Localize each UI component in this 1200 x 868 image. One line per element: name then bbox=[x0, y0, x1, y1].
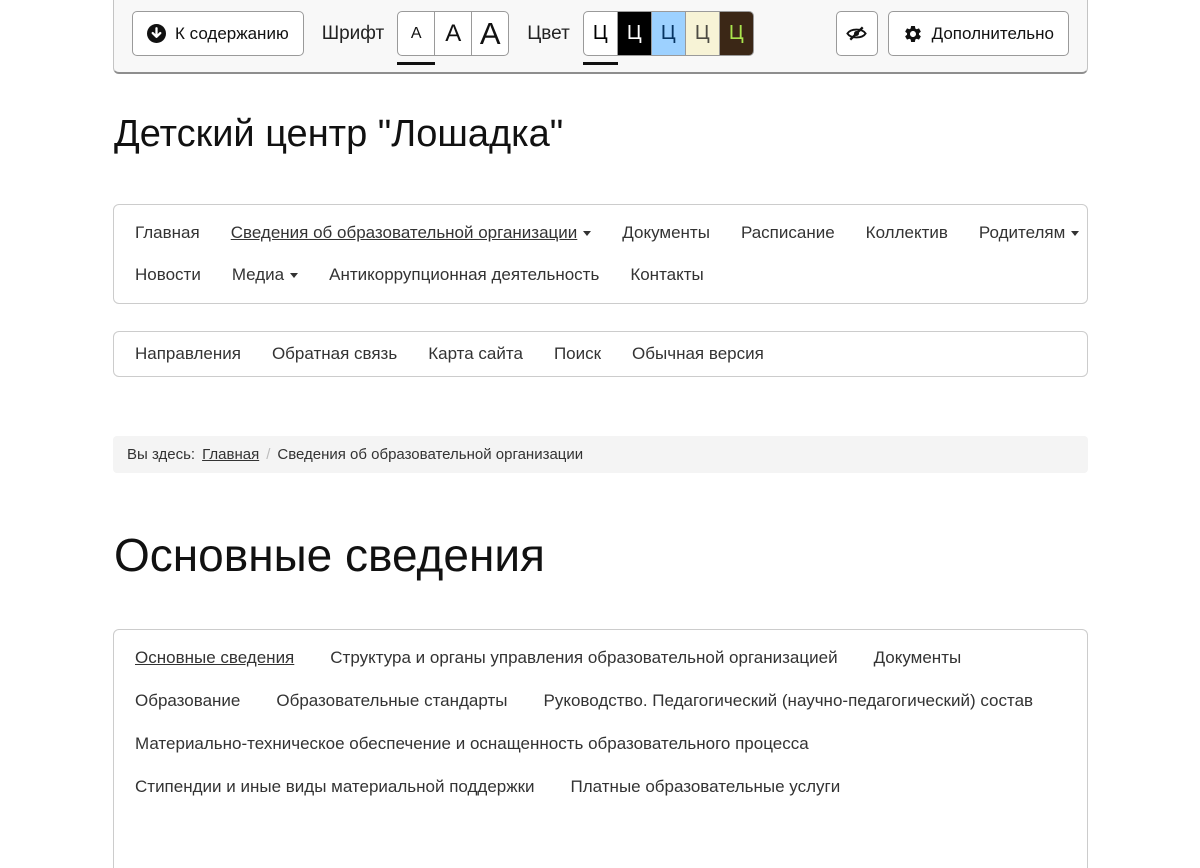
images-toggle-button[interactable] bbox=[836, 11, 878, 56]
secondary-nav-feedback[interactable]: Обратная связь bbox=[272, 344, 397, 364]
eye-slash-icon bbox=[845, 22, 868, 45]
chevron-down-icon bbox=[1071, 231, 1079, 236]
main-nav-staff[interactable]: Коллектив bbox=[866, 223, 948, 243]
color-scheme-brown-button[interactable]: Ц bbox=[719, 11, 754, 56]
tab-standards[interactable]: Образовательные стандарты bbox=[276, 691, 507, 711]
tab-documents[interactable]: Документы bbox=[874, 648, 962, 668]
arrow-circle-down-icon bbox=[147, 24, 166, 43]
breadcrumb-current: Сведения об образовательной организации bbox=[277, 446, 583, 463]
breadcrumb-separator: / bbox=[266, 446, 270, 463]
main-nav-documents[interactable]: Документы bbox=[622, 223, 710, 243]
accessibility-toolbar: К содержанию Шрифт A A A Цвет Ц Ц Ц Ц Ц bbox=[113, 0, 1088, 74]
section-tabs-row-1: Основные сведения Структура и органы упр… bbox=[135, 636, 1066, 679]
font-size-label: Шрифт bbox=[322, 23, 385, 45]
main-nav: Главная Сведения об образовательной орга… bbox=[113, 204, 1088, 304]
to-content-label: К содержанию bbox=[175, 24, 289, 44]
tab-structure[interactable]: Структура и органы управления образовате… bbox=[330, 648, 837, 668]
secondary-nav-search[interactable]: Поиск bbox=[554, 344, 601, 364]
section-tabs-row-4: Стипендии и иные виды материальной подде… bbox=[135, 765, 1066, 808]
main-nav-news[interactable]: Новости bbox=[135, 265, 201, 285]
tab-leadership[interactable]: Руководство. Педагогический (научно-педа… bbox=[543, 691, 1033, 711]
breadcrumb-prefix: Вы здесь: bbox=[127, 446, 195, 463]
secondary-nav-row: Направления Обратная связь Карта сайта П… bbox=[135, 333, 1066, 375]
tab-facilities[interactable]: Материально-техническое обеспечение и ос… bbox=[135, 734, 809, 754]
font-size-group: A A A bbox=[397, 11, 509, 56]
main-nav-contacts[interactable]: Контакты bbox=[630, 265, 703, 285]
main-nav-row-1: Главная Сведения об образовательной орга… bbox=[135, 212, 1066, 254]
breadcrumb-home-link[interactable]: Главная bbox=[202, 446, 259, 463]
color-scheme-group: Ц Ц Ц Ц Ц bbox=[583, 11, 754, 56]
secondary-nav: Направления Обратная связь Карта сайта П… bbox=[113, 331, 1088, 377]
tab-basic-info[interactable]: Основные сведения bbox=[135, 648, 294, 668]
secondary-nav-normal-version[interactable]: Обычная версия bbox=[632, 344, 764, 364]
main-nav-parents[interactable]: Родителям bbox=[979, 223, 1079, 243]
color-scheme-beige-button[interactable]: Ц bbox=[685, 11, 720, 56]
section-tabs: Основные сведения Структура и органы упр… bbox=[113, 629, 1088, 868]
main-nav-row-2: Новости Медиа Антикоррупционная деятельн… bbox=[135, 254, 1066, 296]
site-title: Детский центр "Лошадка" bbox=[114, 112, 1088, 158]
page-container: К содержанию Шрифт A A A Цвет Ц Ц Ц Ц Ц bbox=[113, 0, 1088, 868]
extra-settings-button[interactable]: Дополнительно bbox=[888, 11, 1069, 56]
color-scheme-blue-button[interactable]: Ц bbox=[651, 11, 686, 56]
tab-scholarships[interactable]: Стипендии и иные виды материальной подде… bbox=[135, 777, 535, 797]
secondary-nav-sitemap[interactable]: Карта сайта bbox=[428, 344, 523, 364]
toolbar-right-group: Дополнительно bbox=[836, 11, 1069, 56]
font-medium-button[interactable]: A bbox=[434, 11, 472, 56]
secondary-nav-directions[interactable]: Направления bbox=[135, 344, 241, 364]
color-scheme-label: Цвет bbox=[527, 23, 570, 45]
main-nav-schedule[interactable]: Расписание bbox=[741, 223, 835, 243]
color-scheme-black-button[interactable]: Ц bbox=[617, 11, 652, 56]
page-title: Основные сведения bbox=[114, 529, 1088, 582]
main-nav-home[interactable]: Главная bbox=[135, 223, 200, 243]
section-tabs-row-3: Материально-техническое обеспечение и ос… bbox=[135, 722, 1066, 765]
tab-education[interactable]: Образование bbox=[135, 691, 240, 711]
font-large-button[interactable]: A bbox=[471, 11, 509, 56]
main-nav-media[interactable]: Медиа bbox=[232, 265, 298, 285]
gear-icon bbox=[903, 24, 923, 44]
font-small-button[interactable]: A bbox=[397, 11, 435, 56]
tab-paid-services[interactable]: Платные образовательные услуги bbox=[571, 777, 841, 797]
extra-settings-label: Дополнительно bbox=[932, 24, 1054, 44]
color-scheme-white-button[interactable]: Ц bbox=[583, 11, 618, 56]
chevron-down-icon bbox=[583, 231, 591, 236]
to-content-button[interactable]: К содержанию bbox=[132, 11, 304, 56]
breadcrumb: Вы здесь: Главная / Сведения об образова… bbox=[113, 436, 1088, 473]
main-nav-anticorruption[interactable]: Антикоррупционная деятельность bbox=[329, 265, 599, 285]
section-tabs-row-2: Образование Образовательные стандарты Ру… bbox=[135, 679, 1066, 722]
main-nav-org-info[interactable]: Сведения об образовательной организации bbox=[231, 223, 592, 243]
chevron-down-icon bbox=[290, 273, 298, 278]
